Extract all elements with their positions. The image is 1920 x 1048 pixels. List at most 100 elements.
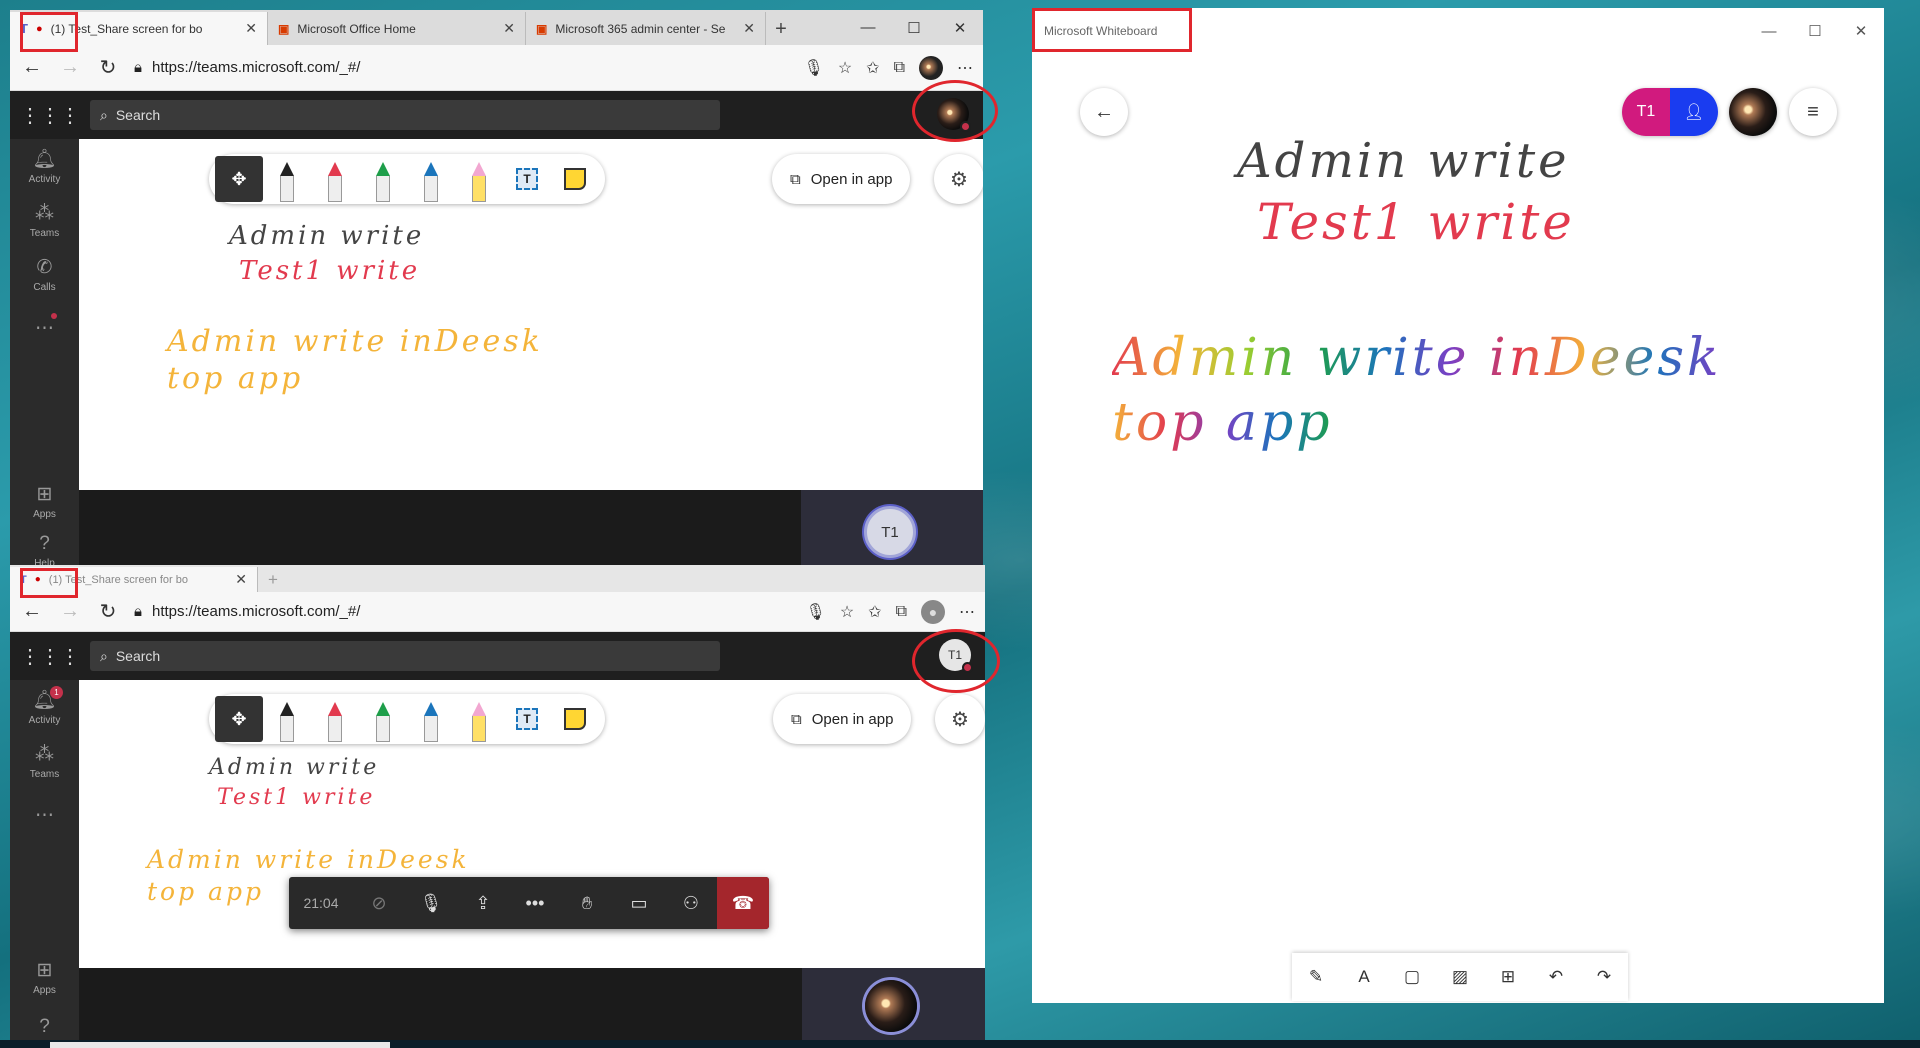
share-screen-icon[interactable]: ⇪ bbox=[457, 877, 509, 929]
settings-button[interactable]: ⚙ bbox=[934, 154, 983, 204]
rail-more[interactable]: ⋯ bbox=[10, 301, 79, 355]
blue-pen-icon[interactable] bbox=[407, 156, 455, 202]
text-tool-icon[interactable]: T bbox=[503, 696, 551, 742]
black-pen-icon[interactable] bbox=[263, 156, 311, 202]
green-pen-icon[interactable] bbox=[359, 696, 407, 742]
red-pen-icon[interactable] bbox=[311, 696, 359, 742]
app-launcher-icon[interactable]: ⋮⋮⋮ bbox=[10, 644, 90, 669]
tab-office-home[interactable]: ▣ Microsoft Office Home ✕ bbox=[268, 12, 526, 45]
rail-more[interactable]: ⋯ bbox=[10, 788, 79, 842]
close-tab-icon[interactable]: ✕ bbox=[235, 571, 247, 588]
more-apps-icon: ⋯ bbox=[35, 804, 54, 826]
favorites-icon[interactable]: ✩ bbox=[868, 602, 881, 622]
close-tab-icon[interactable]: ✕ bbox=[503, 20, 515, 37]
close-icon[interactable]: ✕ bbox=[1838, 8, 1884, 54]
maximize-icon[interactable]: ☐ bbox=[891, 10, 937, 45]
favorites-icon[interactable]: ✩ bbox=[866, 58, 879, 78]
app-launcher-icon[interactable]: ⋮⋮⋮ bbox=[10, 103, 90, 128]
back-icon[interactable]: ← bbox=[20, 600, 44, 623]
open-in-app-button[interactable]: ⧉ Open in app bbox=[772, 154, 911, 204]
profile-avatar[interactable] bbox=[919, 55, 943, 80]
highlighter-icon[interactable] bbox=[455, 696, 503, 742]
pan-tool-icon[interactable]: ✥ bbox=[215, 696, 263, 742]
text-tool-icon[interactable]: A bbox=[1340, 953, 1388, 1001]
highlighter-icon[interactable] bbox=[455, 156, 503, 202]
sticky-note-icon[interactable] bbox=[551, 696, 599, 742]
rail-apps[interactable]: ⊞ Apps bbox=[10, 474, 79, 528]
whiteboard-canvas[interactable]: ✥ T ⧉ Open in app ⚙ Admin write Test1 wr… bbox=[79, 139, 983, 490]
undo-icon[interactable]: ↶ bbox=[1532, 953, 1580, 1001]
tab-admin-center[interactable]: ▣ Microsoft 365 admin center - Se ✕ bbox=[526, 12, 766, 45]
rail-apps[interactable]: ⊞ Apps bbox=[10, 950, 79, 1004]
black-pen-icon[interactable] bbox=[263, 696, 311, 742]
url-text: https://teams.microsoft.com/_#/ bbox=[151, 59, 361, 76]
more-actions-icon[interactable]: ••• bbox=[509, 877, 561, 929]
participants-pill[interactable]: T1 👤︎ bbox=[1622, 88, 1718, 136]
insert-icon[interactable]: ⊞ bbox=[1484, 953, 1532, 1001]
rail-label: Teams bbox=[29, 768, 60, 780]
pan-tool-icon[interactable]: ✥ bbox=[215, 156, 263, 202]
note-tool-icon[interactable]: ▢ bbox=[1388, 953, 1436, 1001]
green-pen-icon[interactable] bbox=[359, 156, 407, 202]
rail-teams[interactable]: ⁂ Teams bbox=[10, 734, 79, 788]
rail-calls[interactable]: ✆ Calls bbox=[10, 247, 79, 301]
microphone-icon[interactable]: 🎙︎ bbox=[804, 58, 824, 78]
text-tool-icon[interactable]: T bbox=[503, 156, 551, 202]
redo-icon[interactable]: ↷ bbox=[1580, 953, 1628, 1001]
microphone-icon[interactable]: 🎙︎ bbox=[806, 602, 826, 622]
close-tab-icon[interactable]: ✕ bbox=[743, 20, 755, 37]
pen-tool-icon[interactable]: ✎ bbox=[1292, 953, 1340, 1001]
rail-activity[interactable]: 🔔︎ Activity bbox=[10, 139, 79, 193]
collections-icon[interactable]: ⧉ bbox=[896, 603, 907, 621]
help-icon: ? bbox=[39, 1016, 50, 1037]
ink-top-app: top app bbox=[147, 877, 264, 906]
profile-icon[interactable]: ● bbox=[921, 599, 945, 624]
favorite-star-icon[interactable]: ☆ bbox=[838, 58, 852, 78]
invite-user-icon[interactable]: 👤︎ bbox=[1670, 88, 1718, 136]
open-in-app-button[interactable]: ⧉ Open in app bbox=[773, 694, 912, 744]
teams-app-bar: 🔔︎ 1 Activity ⁂ Teams ⋯ ⊞ Apps ? bbox=[10, 680, 79, 1043]
rail-help[interactable]: ? bbox=[10, 1000, 79, 1043]
sticky-note-icon[interactable] bbox=[551, 156, 599, 202]
menu-button[interactable]: ≡ bbox=[1789, 88, 1837, 136]
minimize-icon[interactable]: — bbox=[1746, 8, 1792, 54]
open-external-icon: ⧉ bbox=[791, 710, 802, 728]
camera-off-icon[interactable]: ⊘ bbox=[353, 877, 405, 929]
more-icon[interactable]: ⋯ bbox=[957, 58, 973, 78]
rail-teams[interactable]: ⁂ Teams bbox=[10, 193, 79, 247]
new-tab-icon[interactable]: + bbox=[258, 567, 288, 592]
participant-t1-avatar[interactable]: T1 bbox=[1622, 88, 1670, 136]
refresh-icon[interactable]: ↻ bbox=[96, 599, 120, 624]
close-tab-icon[interactable]: ✕ bbox=[245, 20, 257, 37]
ink-admin-desktop: Admin write inDeesk bbox=[167, 324, 543, 359]
microphone-icon[interactable]: 🎙︎ bbox=[405, 877, 457, 929]
hang-up-button[interactable]: ☎︎ bbox=[717, 877, 769, 929]
close-icon[interactable]: ✕ bbox=[937, 10, 983, 45]
url-field[interactable]: 🔒︎ https://teams.microsoft.com/_#/ bbox=[134, 59, 790, 76]
participants-icon[interactable]: ⚇ bbox=[665, 877, 717, 929]
settings-button[interactable]: ⚙ bbox=[935, 694, 985, 744]
search-input[interactable]: ⌕ Search bbox=[90, 641, 720, 671]
back-icon[interactable]: ← bbox=[20, 56, 44, 79]
refresh-icon[interactable]: ↻ bbox=[96, 55, 120, 80]
new-tab-icon[interactable]: + bbox=[766, 13, 796, 45]
url-field[interactable]: 🔒︎ https://teams.microsoft.com/_#/ bbox=[134, 603, 792, 620]
rail-activity[interactable]: 🔔︎ 1 Activity bbox=[10, 680, 79, 734]
lock-icon: 🔒︎ bbox=[134, 59, 142, 76]
red-pen-icon[interactable] bbox=[311, 156, 359, 202]
forward-icon[interactable]: → bbox=[58, 600, 82, 623]
user-avatar[interactable] bbox=[1729, 88, 1777, 136]
blue-pen-icon[interactable] bbox=[407, 696, 455, 742]
search-input[interactable]: ⌕ Search bbox=[90, 100, 720, 130]
minimize-icon[interactable]: — bbox=[845, 10, 891, 45]
image-tool-icon[interactable]: ▨ bbox=[1436, 953, 1484, 1001]
maximize-icon[interactable]: ☐ bbox=[1792, 8, 1838, 54]
forward-icon[interactable]: → bbox=[58, 56, 82, 79]
back-button[interactable]: ← bbox=[1080, 88, 1128, 136]
collections-icon[interactable]: ⧉ bbox=[894, 59, 905, 77]
more-icon[interactable]: ⋯ bbox=[959, 602, 975, 622]
chat-icon[interactable]: ▭ bbox=[613, 877, 665, 929]
raise-hand-icon[interactable]: ✋︎ bbox=[561, 877, 613, 929]
participant-avatar: T1 bbox=[864, 506, 916, 558]
favorite-star-icon[interactable]: ☆ bbox=[840, 602, 854, 622]
